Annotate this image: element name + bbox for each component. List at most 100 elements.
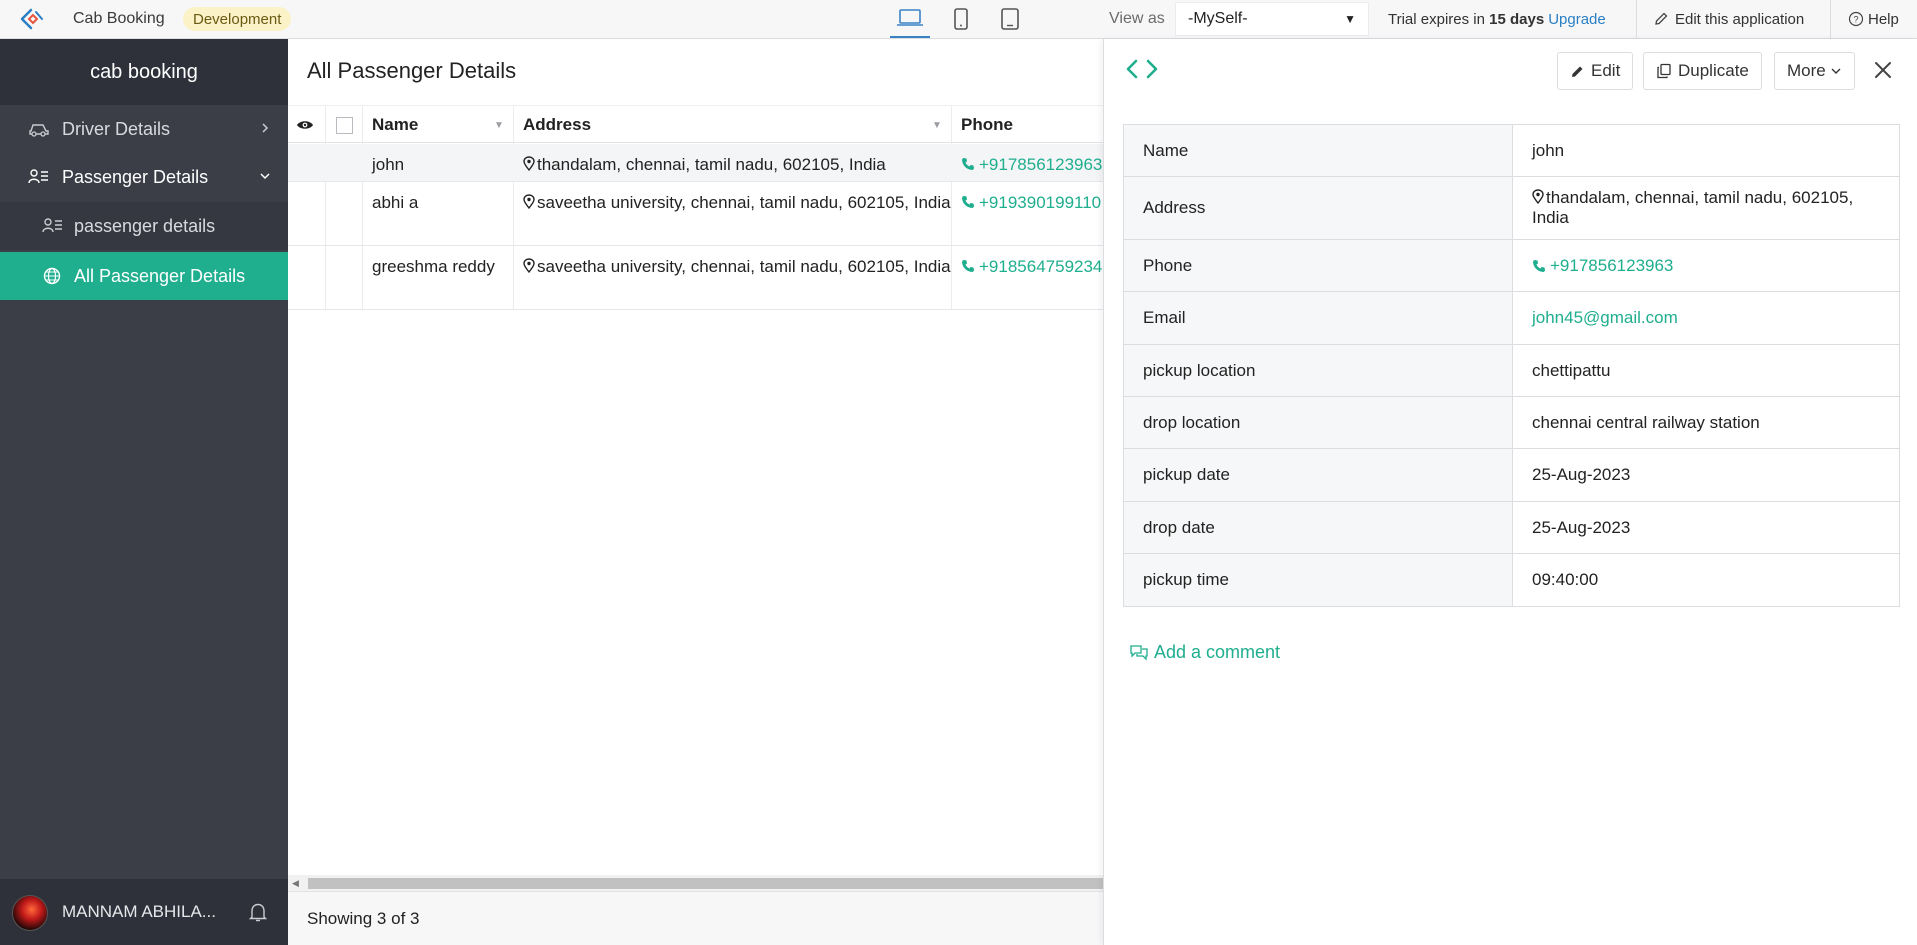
map-pin-icon	[523, 258, 535, 273]
car-icon	[29, 124, 49, 137]
app-logo-icon[interactable]	[15, 0, 49, 38]
sidebar: cab booking Driver Details Passenger Det…	[0, 39, 288, 945]
chevron-down-icon	[1831, 68, 1841, 74]
more-actions-button[interactable]: More	[1774, 52, 1855, 90]
trial-days: 15 days	[1489, 10, 1545, 28]
field-row-address: Address thandalam, chennai, tamil nadu, …	[1124, 177, 1899, 240]
map-pin-icon	[523, 194, 535, 209]
comment-icon	[1130, 644, 1148, 661]
column-header-name[interactable]: Name	[372, 106, 418, 144]
edit-label: Edit	[1591, 61, 1621, 80]
field-label: drop date	[1124, 502, 1513, 553]
report-view: All Passenger Details Name ▼ Address ▼ P…	[288, 39, 1104, 945]
prev-next-record-icon[interactable]	[1124, 56, 1160, 82]
page-title: All Passenger Details	[307, 58, 517, 83]
trial-notice: Trial expires in 15 days Upgrade	[1388, 0, 1606, 38]
cell-address: saveetha university, chennai, tamil nadu…	[523, 190, 953, 215]
record-count: Showing 3 of 3	[307, 909, 420, 928]
view-as-label: View as	[1109, 10, 1165, 27]
pencil-icon	[1572, 66, 1583, 77]
phone-icon	[962, 260, 974, 272]
sidebar-item-label: Passenger Details	[62, 166, 209, 187]
field-value-email-link[interactable]: john45@gmail.com	[1513, 292, 1899, 344]
phone-text: +918564759234	[979, 257, 1103, 276]
more-label: More	[1787, 61, 1826, 80]
user-list-icon	[28, 169, 48, 184]
bell-icon[interactable]	[248, 901, 268, 923]
environment-badge[interactable]: Development	[183, 7, 292, 31]
record-fields-table: Name john Address thandalam, chennai, ta…	[1123, 124, 1900, 607]
cell-name: john	[372, 155, 405, 174]
sidebar-item-passenger-details-form[interactable]: passenger details	[0, 202, 288, 250]
upgrade-link[interactable]: Upgrade	[1548, 11, 1606, 28]
field-label: Name	[1124, 125, 1513, 176]
table-row[interactable]: abhi a saveetha university, chennai, tam…	[288, 182, 1104, 246]
cell-name: greeshma reddy	[372, 257, 495, 276]
field-value: 25-Aug-2023	[1532, 465, 1631, 484]
sort-caret-icon[interactable]: ▼	[932, 106, 942, 144]
sidebar-item-driver-details[interactable]: Driver Details	[0, 105, 288, 153]
cell-address: thandalam, chennai, tamil nadu, 602105, …	[523, 152, 953, 177]
field-row-pickup-date: pickup date 25-Aug-2023	[1124, 449, 1899, 502]
view-as-value: -MySelf-	[1188, 10, 1248, 27]
cell-phone[interactable]: +917856123963	[961, 152, 1104, 177]
table-row[interactable]: greeshma reddy saveetha university, chen…	[288, 246, 1104, 310]
duplicate-label: Duplicate	[1678, 61, 1749, 80]
address-text: thandalam, chennai, tamil nadu, 602105, …	[1532, 188, 1854, 227]
divider	[1830, 0, 1831, 38]
help-icon: ?	[1848, 11, 1864, 27]
user-profile[interactable]: MANNAM ABHILA...	[0, 879, 288, 945]
address-text: thandalam, chennai, tamil nadu, 602105, …	[537, 155, 886, 174]
field-label: Email	[1124, 292, 1513, 344]
field-row-drop-location: drop location chennai central railway st…	[1124, 397, 1899, 449]
cell-phone[interactable]: +918564759234	[961, 254, 1104, 279]
sidebar-item-label: Driver Details	[62, 118, 171, 139]
view-as-select[interactable]: -MySelf- ▼	[1175, 2, 1369, 36]
cell-address: saveetha university, chennai, tamil nadu…	[523, 254, 953, 279]
trial-prefix: Trial expires in	[1388, 10, 1485, 28]
help-button[interactable]: ? Help	[1848, 0, 1899, 38]
list-footer: Showing 3 of 3	[288, 891, 1104, 945]
mobile-view-icon[interactable]	[941, 0, 981, 38]
field-label: Address	[1124, 177, 1513, 239]
column-header-phone[interactable]: Phone	[961, 106, 1013, 144]
table-row[interactable]: john thandalam, chennai, tamil nadu, 602…	[288, 144, 1104, 182]
globe-icon	[43, 267, 61, 285]
scrollbar-thumb[interactable]	[308, 878, 1104, 889]
select-all-checkbox[interactable]	[336, 117, 353, 134]
horizontal-scrollbar[interactable]: ◀	[288, 875, 1104, 891]
field-label: drop location	[1124, 397, 1513, 448]
add-comment-link[interactable]: Add a comment	[1129, 642, 1280, 663]
cell-phone[interactable]: +919390199110	[961, 190, 1104, 215]
tablet-view-icon[interactable]	[990, 0, 1030, 38]
sidebar-item-label: All Passenger Details	[74, 265, 246, 286]
field-row-email: Email john45@gmail.com	[1124, 292, 1899, 345]
edit-record-button[interactable]: Edit	[1557, 52, 1634, 90]
user-name: MANNAM ABHILA...	[62, 902, 216, 921]
user-list-icon	[42, 218, 62, 233]
svg-text:?: ?	[1853, 15, 1858, 25]
sidebar-item-label: passenger details	[74, 215, 216, 236]
app-name[interactable]: Cab Booking	[73, 0, 165, 38]
field-value: 09:40:00	[1532, 570, 1599, 589]
edit-application-button[interactable]: Edit this application	[1653, 0, 1804, 38]
sidebar-item-passenger-details[interactable]: Passenger Details	[0, 153, 288, 201]
sort-caret-icon[interactable]: ▼	[494, 106, 504, 144]
field-row-name: Name john	[1124, 125, 1899, 177]
field-value-phone-link[interactable]: +917856123963	[1513, 240, 1899, 291]
eye-icon[interactable]	[296, 106, 316, 144]
map-pin-icon	[1532, 189, 1544, 204]
duplicate-record-button[interactable]: Duplicate	[1643, 52, 1762, 90]
desktop-view-icon[interactable]	[890, 0, 930, 38]
field-row-phone: Phone +917856123963	[1124, 240, 1899, 292]
field-row-pickup-time: pickup time 09:40:00	[1124, 554, 1899, 606]
address-text: saveetha university, chennai, tamil nadu…	[537, 257, 951, 276]
phone-text: +919390199110	[979, 193, 1102, 212]
sidebar-item-all-passenger-details[interactable]: All Passenger Details	[0, 252, 288, 300]
scroll-left-icon[interactable]: ◀	[292, 878, 299, 889]
field-row-drop-date: drop date 25-Aug-2023	[1124, 502, 1899, 554]
avatar[interactable]	[12, 895, 48, 931]
field-value: chettipattu	[1532, 360, 1611, 380]
close-icon[interactable]	[1874, 61, 1892, 79]
column-header-address[interactable]: Address	[523, 106, 591, 144]
